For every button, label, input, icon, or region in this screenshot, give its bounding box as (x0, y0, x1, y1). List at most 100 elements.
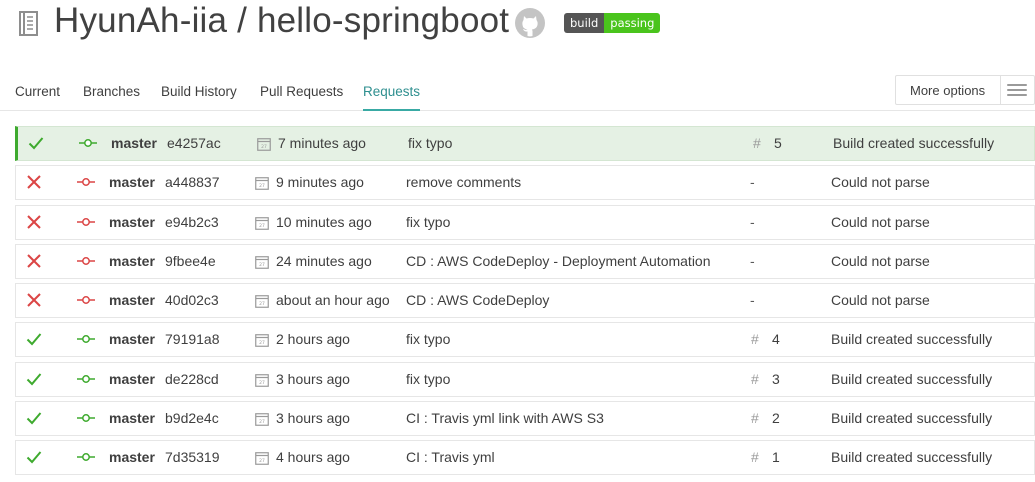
svg-text:27: 27 (259, 301, 265, 307)
calendar-icon: 27 (255, 323, 270, 356)
more-options-button[interactable]: More options (895, 75, 1035, 105)
svg-text:27: 27 (259, 419, 265, 425)
commit-sha[interactable]: 79191a8 (165, 323, 220, 356)
cross-icon (26, 166, 44, 199)
request-time: 7 minutes ago (278, 135, 366, 151)
request-row[interactable]: master 40d02c3 27 about an hour ago CD : AWS… (15, 283, 1035, 319)
commit-message: fix typo (406, 213, 451, 230)
more-options-label: More options (910, 83, 986, 98)
commit-sha[interactable]: a448837 (165, 166, 220, 199)
repo-tabs: Current Branches Build History Pull Requ… (0, 74, 1035, 111)
repo-header: HyunAh-iia / hello-springboot build pass… (0, 0, 1035, 60)
commit-sha[interactable]: e94b2c3 (165, 206, 219, 239)
request-result: Could not parse (831, 292, 930, 309)
build-number[interactable]: 2 (772, 402, 780, 435)
calendar-icon: 27 (257, 127, 272, 160)
cross-icon (26, 284, 44, 317)
check-icon (26, 323, 44, 356)
build-number[interactable]: 3 (772, 363, 780, 396)
commit-icon (77, 245, 97, 278)
request-time: 9 minutes ago (276, 174, 364, 191)
branch-name: master (109, 252, 155, 269)
commit-icon (77, 363, 97, 396)
svg-text:27: 27 (259, 262, 265, 268)
svg-text:27: 27 (259, 340, 265, 346)
build-number[interactable]: 1 (772, 441, 780, 474)
tab-branches[interactable]: Branches (83, 84, 140, 99)
request-row[interactable]: master a448837 27 9 minutes ago remove comme… (15, 165, 1035, 201)
request-result: Build created successfully (831, 449, 993, 466)
svg-text:27: 27 (259, 380, 265, 386)
badge-status: passing (604, 13, 661, 33)
hamburger-menu-icon[interactable] (1007, 84, 1027, 98)
commit-sha[interactable]: 9fbee4e (165, 245, 216, 278)
commit-message: remove comments (406, 174, 522, 191)
commit-message: fix typo (406, 331, 451, 348)
calendar-icon: 27 (255, 284, 270, 317)
commit-message: fix typo (408, 135, 453, 151)
branch-name: master (109, 449, 155, 466)
build-number[interactable]: 4 (772, 323, 780, 356)
request-row[interactable]: master e94b2c3 27 10 minutes ago fix typo - Co… (15, 204, 1035, 240)
request-row[interactable]: master 9fbee4e 27 24 minutes ago CD : AWS Co… (15, 243, 1035, 279)
tab-pull-requests[interactable]: Pull Requests (260, 84, 343, 99)
commit-icon (77, 284, 97, 317)
tab-current[interactable]: Current (15, 84, 60, 99)
calendar-icon: 27 (255, 402, 270, 435)
commit-sha[interactable]: e4257ac (167, 127, 221, 160)
branch-name: master (109, 331, 155, 348)
cross-icon (26, 206, 44, 239)
commit-icon (77, 323, 97, 356)
request-time: 24 minutes ago (276, 252, 372, 269)
commit-icon (79, 127, 99, 160)
request-row[interactable]: master 79191a8 27 2 hours ago fix typo #4 Buil… (15, 322, 1035, 358)
more-options-divider (1000, 76, 1001, 104)
svg-text:27: 27 (259, 223, 265, 229)
tab-requests[interactable]: Requests (363, 84, 421, 111)
tab-build-history[interactable]: Build History (161, 84, 237, 99)
request-result: Could not parse (831, 174, 930, 191)
request-row[interactable]: master b9d2e4c 27 3 hours ago CI : Travis ym… (15, 401, 1035, 437)
build-number-empty: - (750, 252, 755, 269)
check-icon (28, 127, 46, 160)
hash-icon: # (751, 370, 759, 387)
build-status-badge[interactable]: build passing (564, 13, 661, 33)
calendar-icon: 27 (255, 441, 270, 474)
commit-icon (77, 206, 97, 239)
request-time: 2 hours ago (276, 331, 350, 348)
request-time: 3 hours ago (276, 410, 350, 427)
request-result: Build created successfully (833, 135, 995, 151)
request-result: Build created successfully (831, 331, 993, 348)
github-octocat-icon[interactable] (514, 7, 546, 39)
request-result: Could not parse (831, 252, 930, 269)
commit-message: CI : Travis yml (406, 449, 495, 466)
request-result: Could not parse (831, 213, 930, 230)
request-row[interactable]: master e4257ac 27 7 minutes ago fix typo #5 Bu… (15, 126, 1035, 161)
svg-text:27: 27 (259, 458, 265, 464)
branch-name: master (109, 292, 155, 309)
request-row[interactable]: master 7d35319 27 4 hours ago CI : Travis ym… (15, 440, 1035, 476)
repo-title[interactable]: HyunAh-iia / hello-springboot (54, 1, 509, 41)
commit-sha[interactable]: b9d2e4c (165, 402, 219, 435)
commit-icon (77, 402, 97, 435)
commit-message: CD : AWS CodeDeploy - Deployment Automat… (406, 252, 711, 269)
branch-name: master (111, 135, 157, 151)
branch-name: master (109, 370, 155, 387)
build-number-empty: - (750, 174, 755, 191)
commit-icon (77, 441, 97, 474)
request-result: Build created successfully (831, 410, 993, 427)
commit-sha[interactable]: 40d02c3 (165, 284, 219, 317)
commit-message: CI : Travis yml link with AWS S3 (406, 410, 604, 427)
request-list: master e4257ac 27 7 minutes ago fix typo #5 Bu… (15, 126, 1035, 480)
badge-label: build (564, 13, 605, 33)
build-number[interactable]: 5 (774, 127, 782, 160)
commit-sha[interactable]: de228cd (165, 363, 219, 396)
branch-name: master (109, 174, 155, 191)
check-icon (26, 402, 44, 435)
commit-icon (77, 166, 97, 199)
calendar-icon: 27 (255, 245, 270, 278)
commit-sha[interactable]: 7d35319 (165, 441, 220, 474)
check-icon (26, 363, 44, 396)
hash-icon: # (753, 135, 761, 151)
request-row[interactable]: master de228cd 27 3 hours ago fix typo #3 Buil… (15, 361, 1035, 397)
